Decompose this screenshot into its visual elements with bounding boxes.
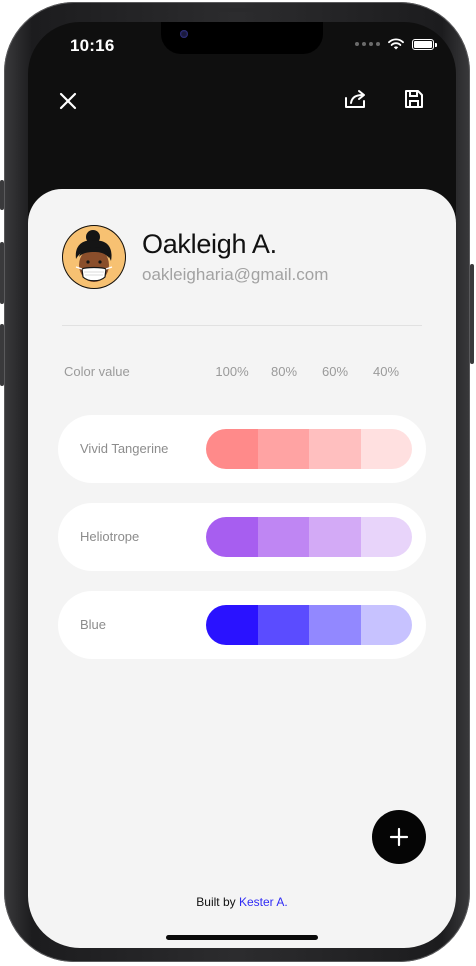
share-button[interactable] xyxy=(340,83,372,115)
home-indicator xyxy=(166,935,318,940)
battery-icon xyxy=(412,38,437,50)
color-row-label: Blue xyxy=(80,617,107,632)
close-button[interactable] xyxy=(52,85,84,117)
percent-header-80: 80% xyxy=(270,364,298,379)
avatar xyxy=(62,225,126,289)
cellular-signal-icon xyxy=(355,42,380,46)
percent-header-100: 100% xyxy=(215,364,249,379)
volume-down-button xyxy=(0,324,4,386)
wifi-icon xyxy=(388,38,404,50)
percent-header-60: 60% xyxy=(321,364,349,379)
plus-icon xyxy=(389,827,409,847)
camera xyxy=(180,30,188,38)
color-row-blue[interactable]: Blue xyxy=(58,591,426,659)
divider xyxy=(62,325,422,326)
swatch-60[interactable] xyxy=(309,429,361,469)
save-icon xyxy=(405,90,423,108)
color-row-label: Vivid Tangerine xyxy=(80,441,169,456)
swatch-group xyxy=(206,429,412,469)
profile-email: oakleigharia@gmail.com xyxy=(142,265,329,284)
action-button xyxy=(0,180,4,210)
status-time: 10:16 xyxy=(70,36,115,55)
color-row-label: Heliotrope xyxy=(80,529,140,544)
percent-header-40: 40% xyxy=(372,364,400,379)
swatch-80[interactable] xyxy=(257,605,309,645)
swatch-100[interactable] xyxy=(206,605,258,645)
swatch-60[interactable] xyxy=(309,605,361,645)
profile-name: Oakleigh A. xyxy=(142,229,277,259)
footer-prefix: Built by xyxy=(196,895,236,909)
top-edge-detail xyxy=(204,8,270,12)
avatar-illustration-icon xyxy=(63,226,125,288)
swatch-40[interactable] xyxy=(360,605,412,645)
swatch-group xyxy=(206,605,412,645)
notch xyxy=(161,22,323,54)
swatch-80[interactable] xyxy=(257,517,309,557)
swatch-40[interactable] xyxy=(360,429,412,469)
footer-credit: Built by Kester A. xyxy=(28,895,456,909)
color-value-header: Color value xyxy=(64,364,130,379)
swatch-100[interactable] xyxy=(206,429,258,469)
power-button xyxy=(470,264,474,364)
phone-frame: 10:16 Oakleigh A. oakleigharia@gmail.com… xyxy=(0,2,474,962)
swatch-60[interactable] xyxy=(309,517,361,557)
save-button[interactable] xyxy=(398,83,430,115)
swatch-80[interactable] xyxy=(257,429,309,469)
swatch-40[interactable] xyxy=(360,517,412,557)
swatch-group xyxy=(206,517,412,557)
color-row-vivid-tangerine[interactable]: Vivid Tangerine xyxy=(58,415,426,483)
volume-up-button xyxy=(0,242,4,304)
share-icon xyxy=(345,90,365,108)
author-link[interactable]: Kester A. xyxy=(239,895,288,909)
close-icon xyxy=(59,92,77,110)
color-row-heliotrope[interactable]: Heliotrope xyxy=(58,503,426,571)
add-color-button[interactable] xyxy=(372,810,426,864)
swatch-100[interactable] xyxy=(206,517,258,557)
screen: 10:16 Oakleigh A. oakleigharia@gmail.com… xyxy=(28,22,456,948)
status-icons xyxy=(355,38,437,50)
profile-card: Oakleigh A. oakleigharia@gmail.com Color… xyxy=(28,189,456,948)
